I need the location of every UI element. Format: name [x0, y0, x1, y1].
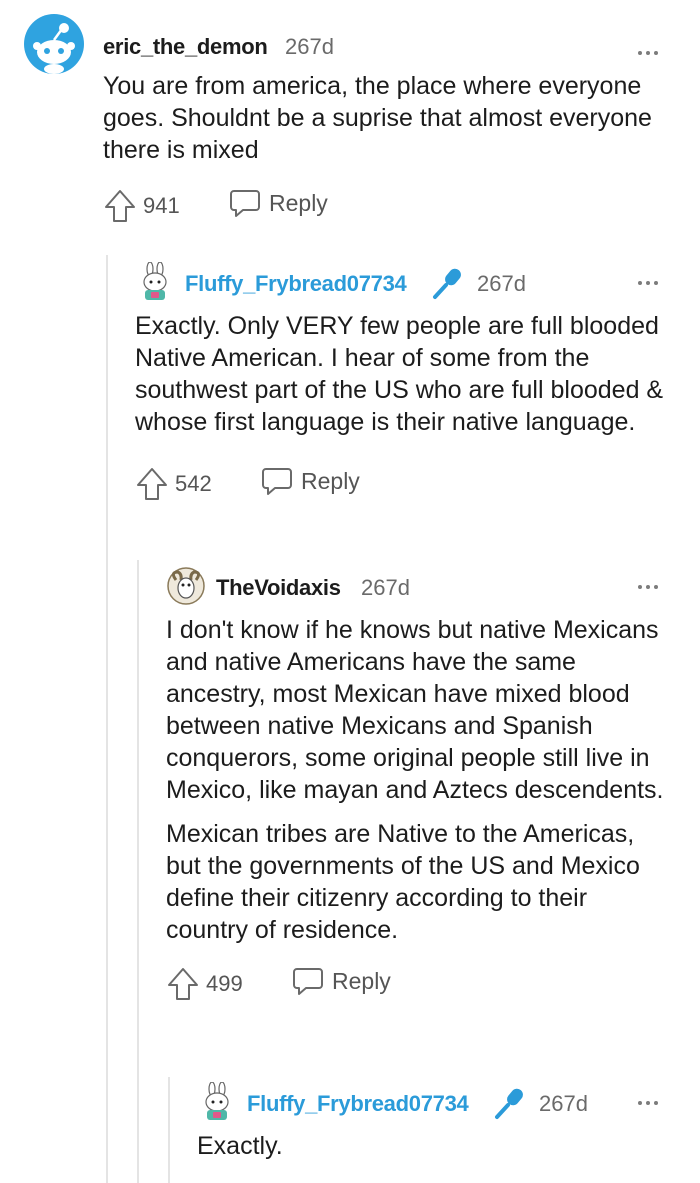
comment-body: Exactly. Only VERY few people are full b… — [135, 310, 665, 438]
comment-body: Exactly. — [197, 1130, 657, 1162]
reply-button[interactable]: Reply — [261, 466, 360, 496]
reply-bubble-icon — [262, 468, 292, 495]
comment-age: 267d — [539, 1091, 588, 1116]
microphone-icon — [433, 268, 461, 299]
more-options-icon[interactable] — [636, 272, 660, 290]
comment-age: 267d — [361, 575, 410, 600]
comment-author[interactable]: Fluffy_Frybread07734 — [247, 1091, 469, 1117]
vote-count: 499 — [206, 971, 243, 996]
comment-author[interactable]: Fluffy_Frybread07734 — [185, 271, 407, 297]
bunny-avatar-icon[interactable] — [135, 262, 175, 302]
upvote-button[interactable]: 499 — [166, 966, 243, 1002]
thread-line — [137, 560, 139, 1183]
comment-age: 267d — [477, 271, 526, 296]
comment-author[interactable]: TheVoidaxis — [216, 575, 341, 601]
comment-age: 267d — [285, 34, 334, 59]
comment-text: Mexican tribes are Native to the America… — [166, 820, 640, 944]
microphone-icon — [495, 1088, 523, 1119]
upvote-arrow-icon[interactable] — [135, 466, 169, 502]
comment-body: I don't know if he knows but native Mexi… — [166, 614, 666, 946]
comment-body: You are from america, the place where ev… — [103, 70, 663, 166]
more-options-icon[interactable] — [636, 1092, 660, 1110]
comment-text: Exactly. Only VERY few people are full b… — [135, 312, 664, 436]
comment: TheVoidaxis 267d I don't know if he know… — [166, 566, 700, 1006]
reply-label: Reply — [269, 189, 328, 216]
reply-bubble-icon — [230, 190, 260, 217]
comment: Fluffy_Frybread07734 267d Exactly. Only … — [135, 262, 700, 506]
ram-avatar-icon[interactable] — [166, 566, 206, 606]
upvote-arrow-icon[interactable] — [103, 188, 137, 224]
thread-line — [168, 1077, 170, 1183]
more-options-icon[interactable] — [636, 42, 660, 60]
snoo-avatar-icon[interactable] — [24, 14, 84, 74]
vote-count: 941 — [143, 193, 180, 218]
comment-text: Exactly. — [197, 1132, 283, 1160]
reply-button[interactable]: Reply — [292, 966, 391, 996]
vote-count: 542 — [175, 471, 212, 496]
reply-label: Reply — [301, 467, 360, 494]
reply-button[interactable]: Reply — [229, 188, 328, 218]
comment-text: You are from america, the place where ev… — [103, 72, 652, 164]
thread-line — [106, 255, 108, 1183]
more-options-icon[interactable] — [636, 576, 660, 594]
comment-author[interactable]: eric_the_demon — [103, 34, 268, 60]
upvote-button[interactable]: 542 — [135, 466, 212, 502]
comment: eric_the_demon 267d You are from america… — [24, 14, 700, 228]
comment-text: I don't know if he knows but native Mexi… — [166, 616, 664, 804]
upvote-button[interactable]: 941 — [103, 188, 180, 224]
reply-bubble-icon — [293, 968, 323, 995]
reply-label: Reply — [332, 967, 391, 994]
bunny-avatar-icon[interactable] — [197, 1082, 237, 1122]
upvote-arrow-icon[interactable] — [166, 966, 200, 1002]
comment: Fluffy_Frybread07734 267d Exactly. — [197, 1082, 700, 1174]
